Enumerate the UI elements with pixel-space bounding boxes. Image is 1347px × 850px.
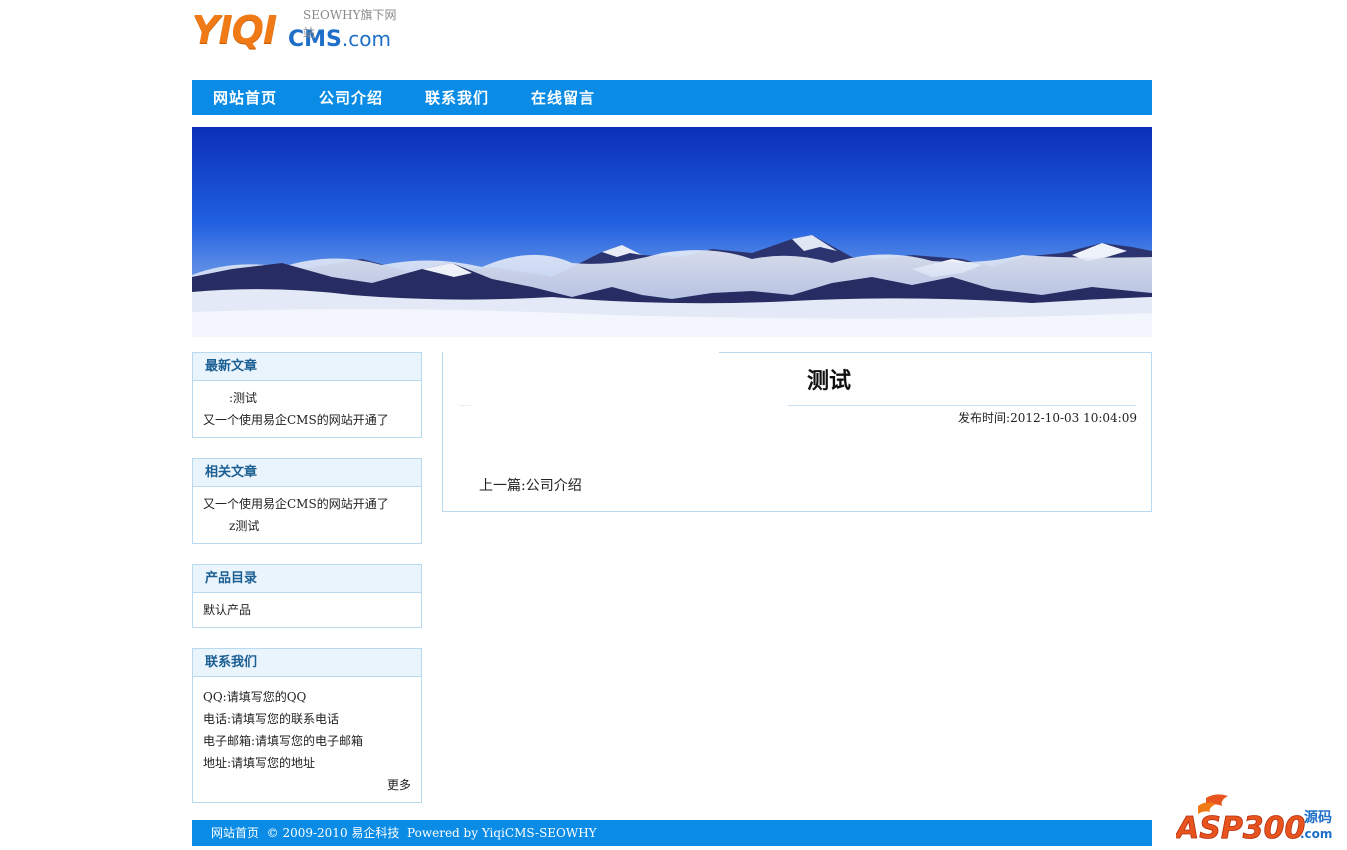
contact-more-link[interactable]: 更多	[203, 774, 411, 796]
latest-article-link[interactable]: 又一个使用易企CMS的网站开通了	[203, 409, 411, 431]
contact-title: 联系我们	[193, 649, 421, 677]
site-logo[interactable]: YIQI CMS.com SEOWHY旗下网站	[192, 6, 402, 56]
related-article-link[interactable]: z测试	[203, 515, 411, 537]
logo-tagline: SEOWHY旗下网站	[303, 8, 397, 40]
latest-articles-box: 最新文章 :测试 又一个使用易企CMS的网站开通了	[192, 352, 422, 438]
nav-item-home[interactable]: 网站首页	[192, 87, 298, 108]
article-panel: 测试 发布时间:2012-10-03 10:04:09 上一篇:公司介绍	[442, 352, 1152, 512]
site-footer: 网站首页 © 2009-2010 易企科技 Powered by YiqiCMS…	[192, 820, 1152, 846]
related-articles-box: 相关文章 又一个使用易企CMS的网站开通了 z测试	[192, 458, 422, 544]
title-divider	[788, 405, 1136, 406]
divider	[459, 405, 471, 406]
contact-qq: QQ:请填写您的QQ	[203, 690, 307, 704]
logo-yiqi-text: YIQI	[192, 8, 277, 52]
related-articles-title: 相关文章	[193, 459, 421, 487]
article-title: 测试	[807, 368, 852, 394]
watermark-text: ASP300	[1176, 811, 1305, 846]
panel-top-gap	[443, 352, 719, 353]
product-catalog-box: 产品目录 默认产品	[192, 564, 422, 628]
publish-time: 发布时间:2012-10-03 10:04:09	[958, 411, 1137, 425]
contact-email: 电子邮箱:请填写您的电子邮箱	[203, 734, 364, 748]
watermark-sub: 源码	[1304, 809, 1332, 826]
latest-article-link[interactable]: :测试	[203, 387, 411, 409]
related-article-link[interactable]: 又一个使用易企CMS的网站开通了	[203, 493, 411, 515]
previous-article-link[interactable]: 上一篇:公司介绍	[479, 475, 582, 495]
main-nav: 网站首页 公司介绍 联系我们 在线留言	[192, 80, 1152, 115]
product-catalog-title: 产品目录	[193, 565, 421, 593]
contact-phone: 电话:请填写您的联系电话	[203, 712, 340, 726]
product-category-link[interactable]: 默认产品	[203, 599, 411, 621]
contact-address: 地址:请填写您的地址	[203, 756, 316, 770]
footer-text: 网站首页 © 2009-2010 易企科技 Powered by YiqiCMS…	[211, 826, 597, 840]
asp300-watermark-logo: ASP300 源码 .com	[1174, 792, 1347, 846]
watermark-domain: .com	[1300, 827, 1332, 841]
contact-box: 联系我们 QQ:请填写您的QQ 电话:请填写您的联系电话 电子邮箱:请填写您的电…	[192, 648, 422, 803]
mountain-banner-image	[192, 127, 1152, 337]
latest-articles-title: 最新文章	[193, 353, 421, 381]
nav-item-contact[interactable]: 联系我们	[404, 87, 510, 108]
nav-item-guestbook[interactable]: 在线留言	[510, 87, 616, 108]
nav-item-about[interactable]: 公司介绍	[298, 87, 404, 108]
